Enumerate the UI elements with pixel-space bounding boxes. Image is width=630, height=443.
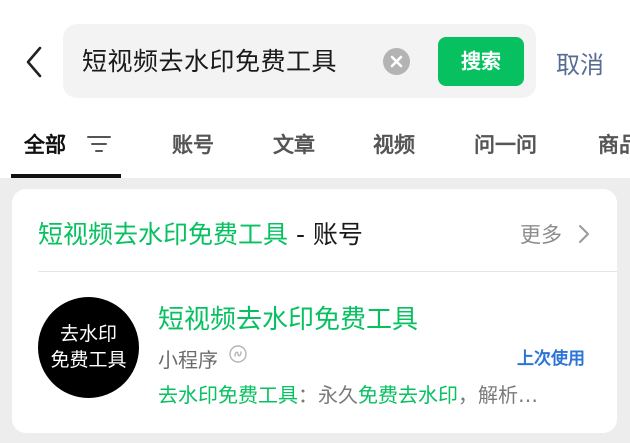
tab-accounts[interactable]: 账号 <box>172 129 214 159</box>
tab-bar: 全部 账号 文章 视频 问一问 商品 <box>0 120 630 178</box>
avatar-text-line2: 免费工具 <box>50 349 127 371</box>
mini-program-icon <box>229 345 247 363</box>
chevron-right-icon[interactable] <box>578 224 590 244</box>
section-keyword: 短视频去水印免费工具 <box>38 220 289 249</box>
recent-use-badge: 上次使用 <box>517 349 585 369</box>
section-suffix: - 账号 <box>288 220 363 249</box>
avatar[interactable]: 去水印 免费工具 <box>38 297 139 398</box>
more-link[interactable]: 更多 <box>520 219 562 249</box>
tab-articles[interactable]: 文章 <box>273 129 315 159</box>
clear-icon[interactable] <box>383 48 410 75</box>
search-button[interactable]: 搜索 <box>438 37 524 86</box>
tab-videos[interactable]: 视频 <box>373 129 415 159</box>
result-description: 去水印免费工具：永久免费去水印，解析… <box>158 379 594 408</box>
back-chevron-icon[interactable] <box>22 44 48 80</box>
top-bar: 短视频去水印免费工具 搜索 取消 全部 账号 文章 视频 问一问 商品 <box>0 0 630 178</box>
desc-text-1: ：永久 <box>298 383 358 407</box>
search-box[interactable]: 短视频去水印免费工具 搜索 <box>63 24 536 98</box>
divider <box>38 271 617 272</box>
result-type: 小程序 <box>158 348 218 372</box>
result-card: 短视频去水印免费工具 - 账号 更多 去水印 免费工具 短视频去水印免费工具 小… <box>12 189 617 433</box>
filter-icon[interactable] <box>86 134 112 154</box>
section-title: 短视频去水印免费工具 - 账号 <box>38 215 363 251</box>
avatar-text-line1: 去水印 <box>59 323 117 345</box>
desc-highlight-1: 去水印免费工具 <box>158 383 298 407</box>
desc-text-2: ，解析… <box>458 383 538 407</box>
desc-highlight-2: 免费去水印 <box>358 383 458 407</box>
tab-all[interactable]: 全部 <box>24 129 66 159</box>
result-title[interactable]: 短视频去水印免费工具 <box>158 299 418 336</box>
tab-products[interactable]: 商品 <box>598 129 630 159</box>
cancel-button[interactable]: 取消 <box>556 45 604 80</box>
active-tab-underline <box>11 174 121 178</box>
tab-ask[interactable]: 问一问 <box>474 129 537 159</box>
search-input[interactable]: 短视频去水印免费工具 <box>82 42 337 78</box>
